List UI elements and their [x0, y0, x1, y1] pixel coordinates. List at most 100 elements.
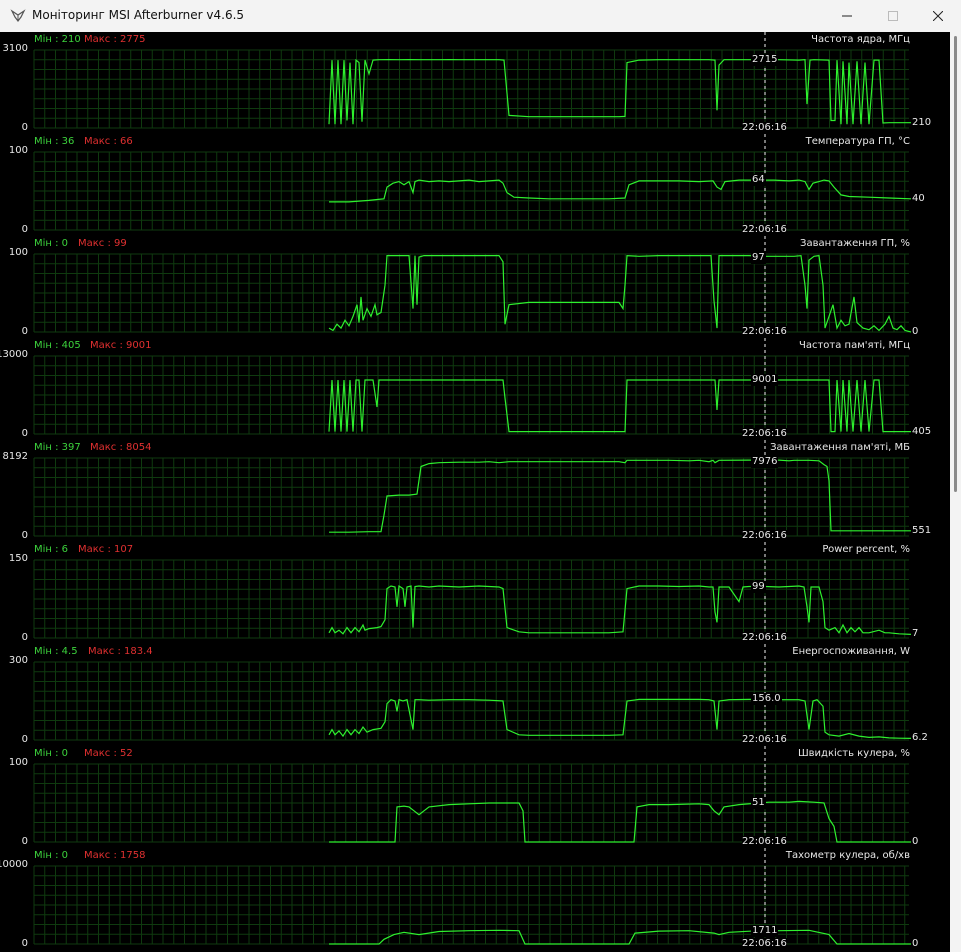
y-axis-max-label: 100: [8, 145, 28, 156]
maximize-button[interactable]: [870, 0, 916, 32]
current-value-label: 6.2: [912, 732, 928, 744]
graph-title: Температура ГП, °С: [805, 136, 910, 147]
scrollbar-thumb[interactable]: [954, 36, 957, 492]
cursor-time-label: 22:06:16: [742, 530, 787, 542]
graph-title: Завантаження ГП, %: [800, 238, 910, 249]
graph-plot: [33, 848, 911, 950]
afterburner-app-icon: [10, 9, 26, 22]
cursor-value-label: 2715: [751, 53, 779, 66]
graph-panel[interactable]: Мін : 0 Макс : 99 Завантаження ГП, % 100 0 97…: [0, 236, 950, 338]
cursor-time-label: 22:06:16: [742, 836, 787, 848]
graph-grid: [33, 559, 909, 639]
current-value-label: 405: [912, 425, 932, 437]
cursor-time-label: 22:06:16: [742, 326, 787, 338]
minimize-button[interactable]: [824, 0, 870, 32]
cursor-value-label: 7976: [751, 456, 779, 468]
current-value-label: 0: [912, 836, 919, 847]
cursor-value-label: 99: [751, 580, 766, 593]
y-axis-min-label: 0: [21, 224, 28, 235]
window-title: Моніторинг MSI Afterburner v4.6.5: [32, 8, 245, 22]
current-value-label: 0: [912, 938, 919, 949]
min-label: Мін : 210: [34, 34, 81, 45]
graph-panel[interactable]: Мін : 4.5 Макс : 183.4 Енергоспоживання, W…: [0, 644, 950, 746]
graph-grid: [33, 763, 909, 843]
graph-title: Частота ядра, МГц: [811, 34, 910, 45]
current-value-label: 7: [912, 628, 919, 640]
min-label: Мін : 397: [34, 442, 81, 453]
graph-panel[interactable]: Мін : 6 Макс : 107 Power percent, % 150 0 99 2…: [0, 542, 950, 644]
graph-panel[interactable]: Мін : 397 Макс : 8054 Завантаження пам'яті…: [0, 440, 950, 542]
graph-title: Енергоспоживання, W: [792, 646, 910, 657]
y-axis-max-label: 100: [8, 757, 28, 768]
y-axis-min-label: 0: [21, 938, 28, 949]
graph-panel[interactable]: Мін : 0 Макс : 1758 Тахометр кулера, об/хв…: [0, 848, 950, 950]
y-axis-max-label: 100: [8, 247, 28, 258]
current-value-label: 40: [912, 192, 925, 204]
max-label: Макс : 99: [78, 238, 127, 249]
min-label: Мін : 0: [34, 748, 69, 759]
graph-plot: [33, 440, 911, 542]
y-axis-min-label: 0: [21, 122, 28, 133]
max-label: Макс : 8054: [90, 442, 152, 453]
max-label: Макс : 107: [78, 544, 134, 555]
graph-title: Швидкість кулера, %: [797, 748, 910, 759]
cursor-value-label: 64: [751, 174, 766, 187]
min-label: Мін : 0: [34, 238, 69, 249]
cursor-value-label: 1711: [751, 924, 779, 937]
y-axis-max-label: 8192: [2, 451, 28, 462]
y-axis-min-label: 0: [21, 734, 28, 745]
cursor-time-label: 22:06:16: [742, 428, 787, 440]
graph-panel[interactable]: Мін : 36 Макс : 66 Температура ГП, °С 100 0 6…: [0, 134, 950, 236]
graph-title: Завантаження пам'яті, МБ: [770, 442, 910, 453]
current-value-label: 0: [912, 326, 919, 337]
graph-series-line: [328, 254, 912, 333]
graphs-area[interactable]: Мін : 210 Макс : 2775 Частота ядра, МГц 310…: [0, 32, 950, 952]
y-axis-min-label: 0: [21, 632, 28, 643]
close-icon: [933, 11, 943, 21]
graph-title: Power percent, %: [822, 544, 910, 555]
y-axis-max-label: 13000: [0, 349, 28, 360]
afterburner-monitor-window: Моніторинг MSI Afterburner v4.6.5 Мін : …: [0, 0, 961, 952]
min-label: Мін : 36: [34, 136, 75, 147]
graph-panel[interactable]: Мін : 210 Макс : 2775 Частота ядра, МГц 310…: [0, 32, 950, 134]
graph-plot: [33, 134, 912, 236]
graph-plot: [33, 236, 912, 338]
maximize-icon: [888, 11, 898, 21]
graph-panel[interactable]: Мін : 0 Макс : 52 Швидкість кулера, % 100 0 5…: [0, 746, 950, 848]
cursor-time-label: 22:06:16: [742, 734, 787, 746]
vertical-scrollbar[interactable]: [950, 32, 961, 952]
max-label: Макс : 52: [84, 748, 133, 759]
min-label: Мін : 4.5: [34, 646, 78, 657]
cursor-time-label: 22:06:16: [742, 938, 787, 950]
monitor-content: Мін : 210 Макс : 2775 Частота ядра, МГц 310…: [0, 32, 961, 952]
cursor-time-label: 22:06:16: [742, 224, 787, 236]
graph-plot: [33, 746, 911, 848]
y-axis-min-label: 0: [21, 530, 28, 541]
cursor-value-label: 97: [751, 252, 766, 264]
graph-title: Тахометр кулера, об/хв: [785, 850, 910, 861]
y-axis-max-label: 150: [8, 553, 28, 564]
y-axis-min-label: 0: [21, 836, 28, 847]
y-axis-max-label: 10000: [0, 859, 28, 870]
graph-plot: [33, 644, 912, 746]
cursor-value-label: 156.0: [751, 693, 782, 706]
max-label: Макс : 183.4: [88, 646, 153, 657]
graph-plot: [33, 542, 912, 644]
max-label: Макс : 1758: [84, 850, 146, 861]
max-label: Макс : 2775: [84, 34, 146, 45]
graph-grid: [33, 457, 909, 537]
cursor-time-label: 22:06:16: [742, 632, 787, 644]
graph-grid: [33, 151, 909, 231]
title-bar[interactable]: Моніторинг MSI Afterburner v4.6.5: [0, 0, 961, 32]
graph-panel[interactable]: Мін : 405 Макс : 9001 Частота пам'яті, МГц…: [0, 338, 950, 440]
graph-grid: [33, 253, 909, 333]
min-label: Мін : 6: [34, 544, 69, 555]
current-value-label: 210: [912, 116, 932, 128]
close-button[interactable]: [915, 0, 961, 32]
graph-series-line: [329, 800, 911, 843]
graph-grid: [33, 355, 909, 435]
min-label: Мін : 0: [34, 850, 69, 861]
graph-series-line: [329, 459, 911, 533]
graph-plot: [33, 32, 911, 134]
graph-series-line: [328, 698, 912, 739]
